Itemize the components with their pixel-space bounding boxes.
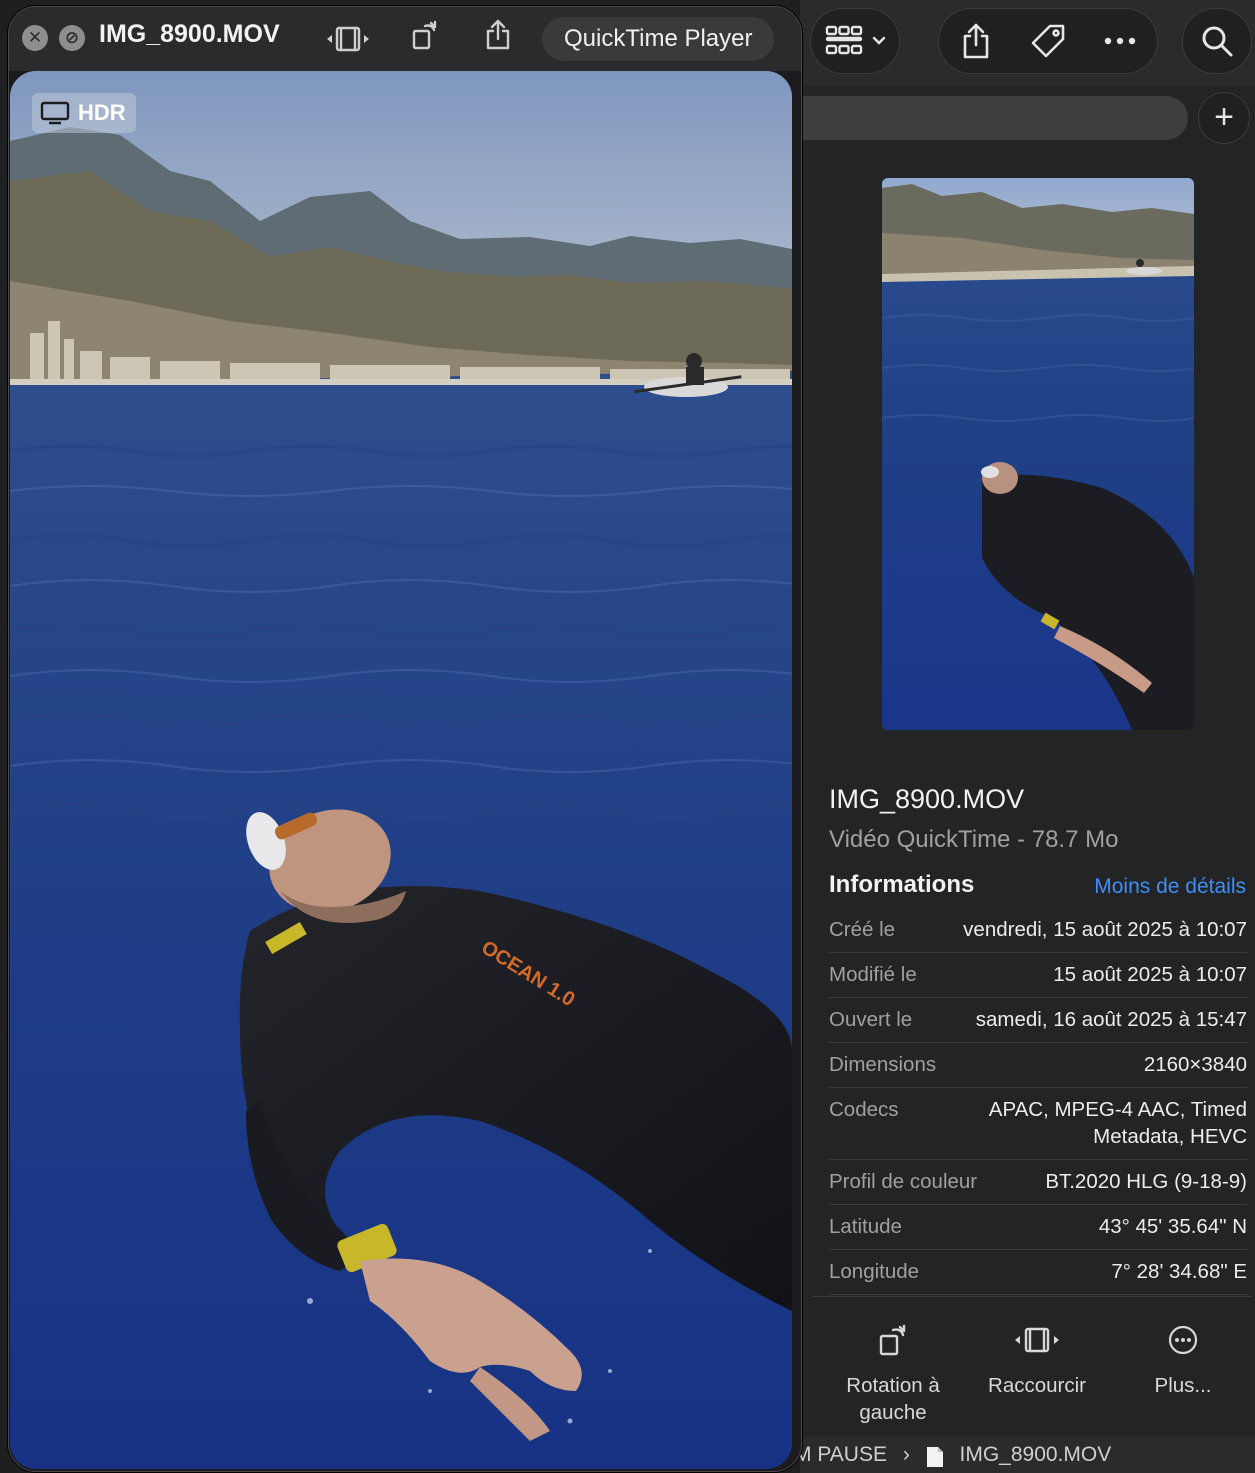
info-key: Dimensions (829, 1053, 937, 1076)
info-value: APAC, MPEG-4 AAC, Timed Metadata, HEVC (988, 1098, 1247, 1148)
information-heading: Informations (829, 871, 975, 898)
divider (812, 1296, 1252, 1297)
path-separator: › (902, 1443, 910, 1466)
path-folder[interactable]: M PAUSE (794, 1437, 887, 1473)
path-file[interactable]: IMG_8900.MOV (960, 1437, 1112, 1473)
info-value: 43° 45' 35.64" N (1098, 1215, 1247, 1238)
close-button[interactable]: ✕ (22, 25, 48, 51)
info-row-opened: Ouvert le samedi, 16 août 2025 à 15:47 (829, 998, 1247, 1043)
rotate-left-icon (412, 20, 437, 50)
hdr-badge: HDR (32, 93, 136, 133)
minimize-button[interactable]: ⊘ (59, 25, 85, 51)
info-row-codecs: Codecs APAC, MPEG-4 AAC, Timed Metadata,… (829, 1088, 1247, 1160)
rotate-tool-button[interactable] (411, 19, 439, 56)
path-bar: M PAUSE › IMG_8900.MOV (794, 1437, 1255, 1473)
display-icon (40, 101, 70, 125)
search-icon (1202, 26, 1233, 57)
file-preview-thumbnail (882, 178, 1194, 730)
trim-icon (327, 26, 369, 52)
rotate-left-button[interactable]: Rotation à gauche (818, 1320, 968, 1426)
info-value: vendredi, 15 août 2025 à 10:07 (963, 918, 1247, 941)
info-key: Codecs (829, 1098, 899, 1121)
info-row-modified: Modifié le 15 août 2025 à 10:07 (829, 953, 1247, 998)
tag-bar: + (800, 92, 1255, 144)
add-button[interactable]: + (1198, 92, 1250, 144)
quicktime-window: ✕ ⊘ IMG_8900.MOV QuickTime Player OCEAN … (8, 6, 802, 1472)
document-icon (926, 1444, 944, 1473)
screen: + IMG_8900.MOV Vidéo QuickTime - 78.7 Mo… (0, 0, 1255, 1473)
file-kind-size: Vidéo QuickTime - 78.7 Mo (829, 826, 1119, 853)
action-label: Rotation à gauche (846, 1374, 940, 1424)
more-icon[interactable] (1104, 36, 1136, 46)
info-value: 7° 28' 34.68" E (1111, 1260, 1247, 1283)
share-icon (486, 19, 510, 50)
info-key: Longitude (829, 1260, 920, 1283)
trim-icon (1015, 1327, 1059, 1353)
quicktime-titlebar: ✕ ⊘ IMG_8900.MOV QuickTime Player (9, 7, 801, 71)
share-tool-button[interactable] (485, 19, 511, 56)
info-value: 15 août 2025 à 10:07 (1053, 963, 1247, 986)
chevron-down-icon (872, 36, 886, 45)
hdr-label: HDR (78, 100, 126, 125)
info-key: Créé le (829, 918, 896, 941)
view-mode-button[interactable] (810, 8, 900, 74)
info-value: 2160×3840 (1143, 1053, 1247, 1076)
finder-toolbar (800, 0, 1255, 86)
more-actions-button[interactable]: Plus... (1108, 1320, 1255, 1399)
info-row-longitude: Longitude 7° 28' 34.68" E (829, 1250, 1247, 1295)
trim-button[interactable]: Raccourcir (962, 1320, 1112, 1399)
info-key: Profil de couleur (829, 1170, 978, 1193)
toolbar-actions-group (938, 8, 1158, 74)
open-with-quicktime-button[interactable]: QuickTime Player (542, 17, 775, 61)
search-button[interactable] (1182, 8, 1252, 74)
rotate-left-icon (879, 1324, 906, 1356)
tag-icon[interactable] (1030, 23, 1066, 59)
gallery-view-icon (825, 25, 863, 55)
info-row-dimensions: Dimensions 2160×3840 (829, 1043, 1247, 1088)
tag-field[interactable] (800, 96, 1188, 140)
share-icon[interactable] (960, 22, 992, 60)
more-circle-icon (1168, 1325, 1198, 1355)
window-title: IMG_8900.MOV (99, 20, 280, 48)
file-name: IMG_8900.MOV (829, 784, 1025, 814)
info-row-created: Créé le vendredi, 15 août 2025 à 10:07 (829, 908, 1247, 953)
action-label: Raccourcir (988, 1374, 1086, 1397)
info-row-latitude: Latitude 43° 45' 35.64" N (829, 1205, 1247, 1250)
info-key: Modifié le (829, 963, 917, 986)
action-label: Plus... (1154, 1374, 1212, 1397)
finder-window: + IMG_8900.MOV Vidéo QuickTime - 78.7 Mo… (794, 0, 1255, 1473)
info-table: Créé le vendredi, 15 août 2025 à 10:07 M… (829, 908, 1247, 1295)
info-row-color-profile: Profil de couleur BT.2020 HLG (9-18-9) (829, 1160, 1247, 1205)
info-key: Latitude (829, 1215, 902, 1238)
video-frame[interactable]: OCEAN 1.0 HDR (10, 71, 792, 1469)
info-value: samedi, 16 août 2025 à 15:47 (975, 1008, 1247, 1031)
less-details-link[interactable]: Moins de détails (1094, 875, 1246, 899)
info-value: BT.2020 HLG (9-18-9) (1045, 1170, 1247, 1193)
info-key: Ouvert le (829, 1008, 913, 1031)
trim-tool-button[interactable] (325, 25, 371, 58)
